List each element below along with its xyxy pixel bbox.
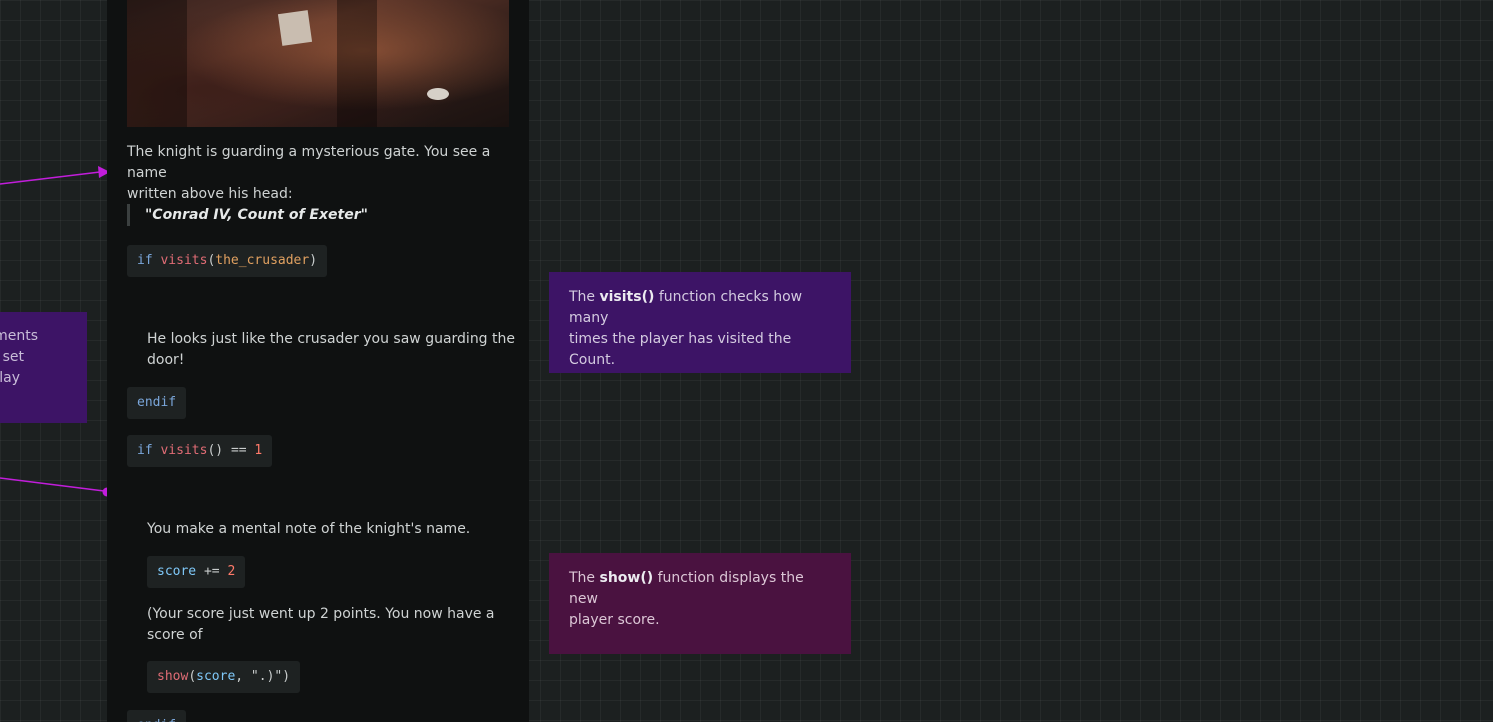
code-function: visits [160, 443, 208, 458]
connector-line-bottom [0, 477, 105, 492]
code-if-visits-equals[interactable]: if visits() == 1 [127, 435, 273, 467]
code-number: 2 [227, 564, 236, 579]
image-lamp [427, 88, 449, 100]
story-passage-card[interactable]: The knight is guarding a mysterious gate… [107, 0, 529, 722]
left-note-line: ments [0, 328, 38, 344]
code-variable: score [196, 669, 236, 684]
code-keyword: if [137, 253, 153, 268]
code-argument: the_crusader [215, 253, 310, 268]
code-score-increment[interactable]: score += 2 [147, 556, 246, 588]
note-line: The visits() function checks how many [569, 289, 803, 326]
intro-line: written above his head: [127, 186, 293, 202]
code-keyword: endif [137, 395, 177, 410]
note-function-name: visits() [599, 289, 655, 305]
code-function: show [157, 669, 189, 684]
note-line: The show() function displays the new [569, 570, 804, 607]
image-shadow [337, 0, 377, 127]
note-line: player score. [569, 612, 660, 628]
looks-line: He looks just like the crusader you saw … [147, 331, 515, 347]
name-quote: "Conrad IV, Count of Exeter" [127, 204, 368, 226]
code-endif[interactable]: endif [127, 387, 187, 419]
score-paragraph: (Your score just went up 2 points. You n… [147, 604, 517, 646]
visits-function-note[interactable]: The visits() function checks how many ti… [549, 272, 851, 373]
score-line: score of [147, 627, 203, 643]
note-function-name: show() [599, 570, 654, 586]
code-show-score[interactable]: show(score, ".)") [147, 661, 301, 693]
connector-line-top [0, 171, 101, 185]
image-sign [277, 10, 313, 46]
code-variable: score [157, 564, 197, 579]
left-note-line: lay [0, 370, 20, 386]
left-annotation-note[interactable]: ments set lay [0, 312, 87, 423]
scene-image [127, 0, 509, 127]
code-function: visits [160, 253, 208, 268]
score-line: (Your score just went up 2 points. You n… [147, 606, 495, 622]
intro-line: The knight is guarding a mysterious gate… [127, 144, 491, 181]
show-function-note[interactable]: The show() function displays the new pla… [549, 553, 851, 654]
image-shadow [127, 0, 187, 127]
code-keyword: endif [137, 718, 176, 722]
code-endif[interactable]: endif [127, 710, 187, 722]
code-number: 1 [254, 443, 263, 458]
mental-note-text: You make a mental note of the knight's n… [147, 521, 471, 537]
code-keyword: if [137, 443, 153, 458]
code-if-visits-crusader[interactable]: if visits(the_crusader) [127, 245, 328, 277]
intro-paragraph: The knight is guarding a mysterious gate… [127, 142, 517, 205]
note-line: times the player has visited the Count. [569, 331, 792, 368]
looks-line: door! [147, 352, 185, 368]
looks-paragraph: He looks just like the crusader you saw … [147, 329, 517, 371]
left-note-line: set [2, 349, 24, 365]
